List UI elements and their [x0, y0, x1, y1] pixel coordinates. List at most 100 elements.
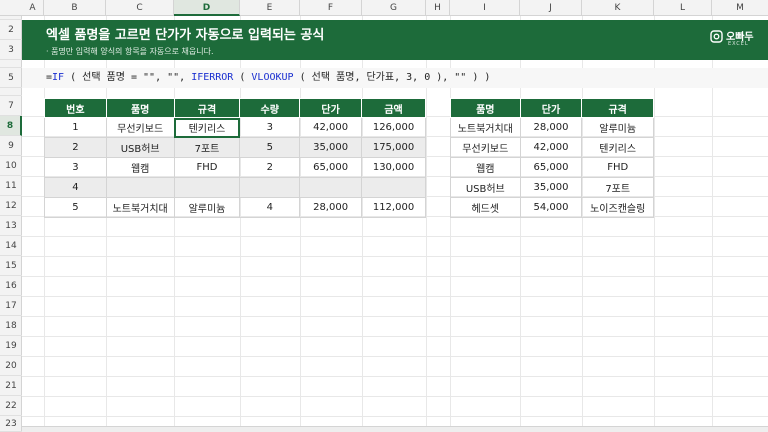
cell[interactable]: 웹캠	[450, 157, 521, 178]
row-header-18[interactable]: 18	[0, 316, 22, 336]
table-row: 4	[44, 177, 426, 198]
cell[interactable]: 3	[44, 157, 107, 178]
row-header-8[interactable]: 8	[0, 116, 22, 136]
cell[interactable]	[173, 177, 241, 198]
row-header-22[interactable]: 22	[0, 396, 22, 416]
cell[interactable]	[239, 177, 301, 198]
header-cell[interactable]: 단가	[519, 98, 583, 118]
cell[interactable]: 35,000	[299, 137, 363, 158]
cell[interactable]: 54,000	[519, 197, 583, 218]
cell[interactable]: 2	[44, 137, 107, 158]
cell[interactable]: 7포트	[173, 137, 241, 158]
cell[interactable]: 112,000	[361, 197, 426, 218]
column-header-e[interactable]: E	[240, 0, 300, 16]
cell[interactable]: 무선키보드	[450, 137, 521, 158]
sheet-tab-bar[interactable]	[22, 426, 768, 432]
column-header-j[interactable]: J	[520, 0, 582, 16]
row-header-20[interactable]: 20	[0, 356, 22, 376]
cell[interactable]: 2	[239, 157, 301, 178]
row-header-16[interactable]: 16	[0, 276, 22, 296]
row-header-9[interactable]: 9	[0, 136, 22, 156]
cell[interactable]: 126,000	[361, 117, 426, 138]
cell[interactable]: 웹캠	[105, 157, 175, 178]
column-header-i[interactable]: I	[450, 0, 520, 16]
grid-line	[22, 396, 768, 397]
row-header-23[interactable]: 23	[0, 416, 22, 432]
cell[interactable]: 42,000	[299, 117, 363, 138]
cell[interactable]: 4	[44, 177, 107, 198]
table-row: 웹캠 65,000 FHD	[450, 157, 654, 178]
cell[interactable]: 175,000	[361, 137, 426, 158]
formula-part: ( 선택 품명, 단가표, 3, 0 ), "" ) )	[293, 72, 491, 83]
table-row: 무선키보드 42,000 텐키리스	[450, 137, 654, 158]
formula-fn-vlookup: VLOOKUP	[251, 72, 294, 83]
row-header-10[interactable]: 10	[0, 156, 22, 176]
cell[interactable]: 130,000	[361, 157, 426, 178]
row-header-11[interactable]: 11	[0, 176, 22, 196]
cell[interactable]: 알루미늄	[173, 197, 241, 218]
column-header-a[interactable]: A	[22, 0, 44, 16]
row-header-15[interactable]: 15	[0, 256, 22, 276]
row-header-4[interactable]: 4	[0, 60, 22, 68]
column-header-f[interactable]: F	[300, 0, 362, 16]
column-header-h[interactable]: H	[426, 0, 450, 16]
cell[interactable]: 35,000	[519, 177, 583, 198]
column-header-c[interactable]: C	[106, 0, 174, 16]
cell[interactable]: 노이즈캔슬링	[581, 197, 654, 218]
cell[interactable]: 노트북거치대	[105, 197, 175, 218]
table-row: 2 USB허브 7포트 5 35,000 175,000	[44, 137, 426, 158]
column-header-b[interactable]: B	[44, 0, 106, 16]
row-header-6[interactable]: 6	[0, 88, 22, 96]
column-header-g[interactable]: G	[362, 0, 426, 16]
row-header-7[interactable]: 7	[0, 96, 22, 116]
cell[interactable]: 텐키리스	[581, 137, 654, 158]
cell[interactable]: USB허브	[105, 137, 175, 158]
cell[interactable]: 1	[44, 117, 107, 138]
column-header-m[interactable]: M	[712, 0, 768, 16]
cell[interactable]	[105, 177, 175, 198]
cell[interactable]: 무선키보드	[105, 117, 175, 138]
cell[interactable]: 28,000	[519, 117, 583, 138]
header-cell[interactable]: 품명	[105, 98, 175, 118]
header-cell[interactable]: 규격	[581, 98, 654, 118]
cell[interactable]: 5	[44, 197, 107, 218]
active-cell[interactable]: 텐키리스	[173, 117, 241, 138]
cell[interactable]: 4	[239, 197, 301, 218]
cell[interactable]: 알루미늄	[581, 117, 654, 138]
cell[interactable]: USB허브	[450, 177, 521, 198]
row-header-13[interactable]: 13	[0, 216, 22, 236]
row-header-2[interactable]: 2	[0, 20, 22, 40]
row-header-19[interactable]: 19	[0, 336, 22, 356]
cell[interactable]: 7포트	[581, 177, 654, 198]
row-header-12[interactable]: 12	[0, 196, 22, 216]
column-header-d[interactable]: D	[174, 0, 240, 16]
cell[interactable]: 65,000	[519, 157, 583, 178]
row-header-3[interactable]: 3	[0, 40, 22, 60]
column-header-k[interactable]: K	[582, 0, 654, 16]
header-cell[interactable]: 단가	[299, 98, 363, 118]
cell[interactable]: FHD	[173, 157, 241, 178]
column-header-l[interactable]: L	[654, 0, 712, 16]
cell[interactable]: 헤드셋	[450, 197, 521, 218]
cell[interactable]: FHD	[581, 157, 654, 178]
header-cell[interactable]: 품명	[450, 98, 521, 118]
row-header-21[interactable]: 21	[0, 376, 22, 396]
price-lookup-table: 품명 단가 규격 노트북거치대 28,000 알루미늄 무선키보드 42,000…	[450, 98, 654, 218]
cell[interactable]: 3	[239, 117, 301, 138]
cell[interactable]	[299, 177, 363, 198]
header-cell[interactable]: 수량	[239, 98, 301, 118]
cell[interactable]	[361, 177, 426, 198]
cell[interactable]: 28,000	[299, 197, 363, 218]
header-cell[interactable]: 번호	[44, 98, 107, 118]
header-cell[interactable]: 규격	[173, 98, 241, 118]
cell[interactable]: 42,000	[519, 137, 583, 158]
cell[interactable]: 5	[239, 137, 301, 158]
row-header-17[interactable]: 17	[0, 296, 22, 316]
row-header-14[interactable]: 14	[0, 236, 22, 256]
grid-line	[22, 336, 768, 337]
brand-logo: 오빠두 EXCEL	[710, 26, 758, 50]
cell[interactable]: 노트북거치대	[450, 117, 521, 138]
cell[interactable]: 65,000	[299, 157, 363, 178]
row-header-5[interactable]: 5	[0, 68, 22, 88]
header-cell[interactable]: 금액	[361, 98, 426, 118]
